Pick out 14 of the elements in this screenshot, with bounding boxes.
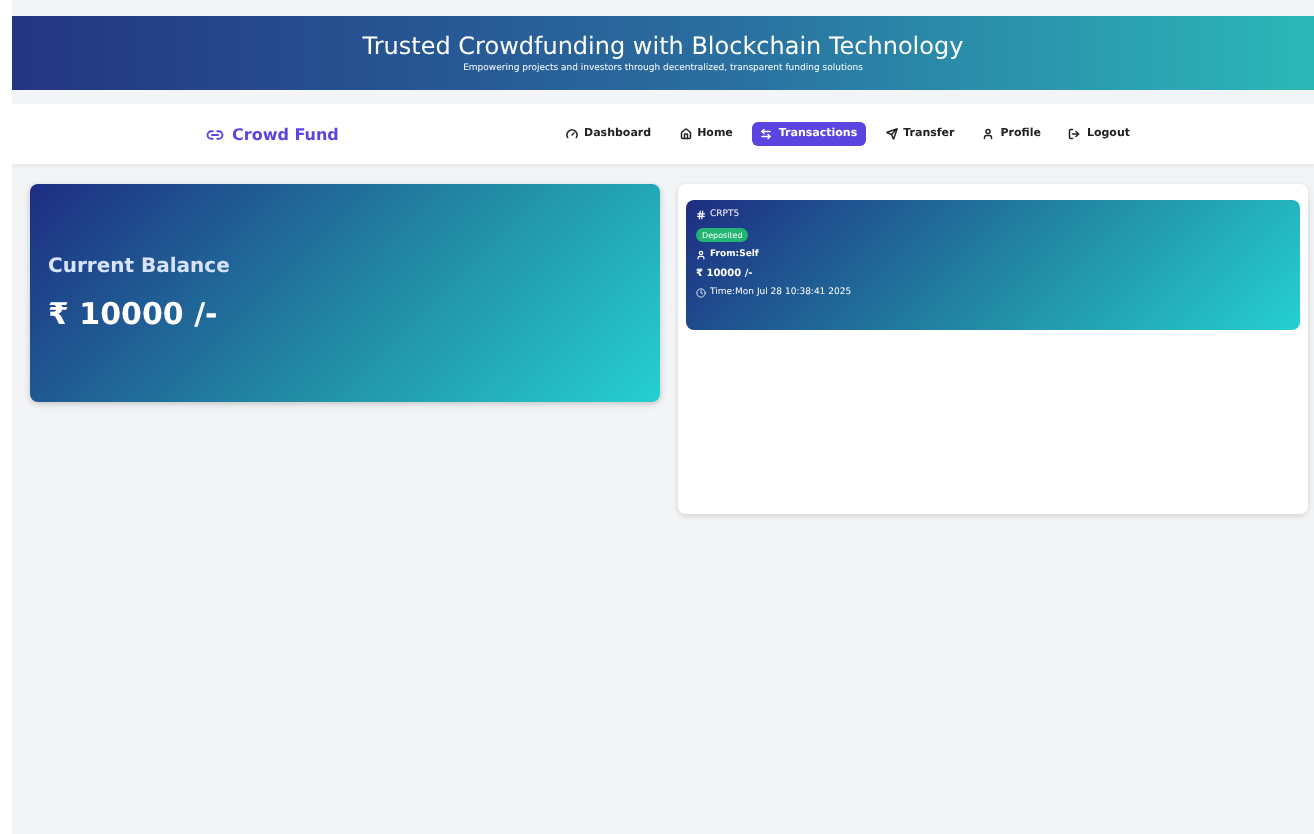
gauge-icon	[566, 128, 579, 140]
clock-icon	[696, 288, 706, 298]
home-icon	[679, 128, 692, 140]
banner-title: Trusted Crowdfunding with Blockchain Technology	[362, 32, 964, 60]
logout-icon	[1068, 128, 1081, 140]
send-icon	[885, 128, 898, 140]
balance-amount: ₹ 10000 /-	[48, 295, 220, 331]
arrows-icon	[760, 128, 773, 140]
hash-icon	[696, 210, 706, 220]
balance-title: Current Balance	[48, 255, 232, 277]
user-icon	[982, 128, 995, 140]
link-icon	[206, 125, 224, 143]
brand-link[interactable]: Crowd Fund	[206, 125, 339, 143]
user-icon	[696, 250, 706, 260]
